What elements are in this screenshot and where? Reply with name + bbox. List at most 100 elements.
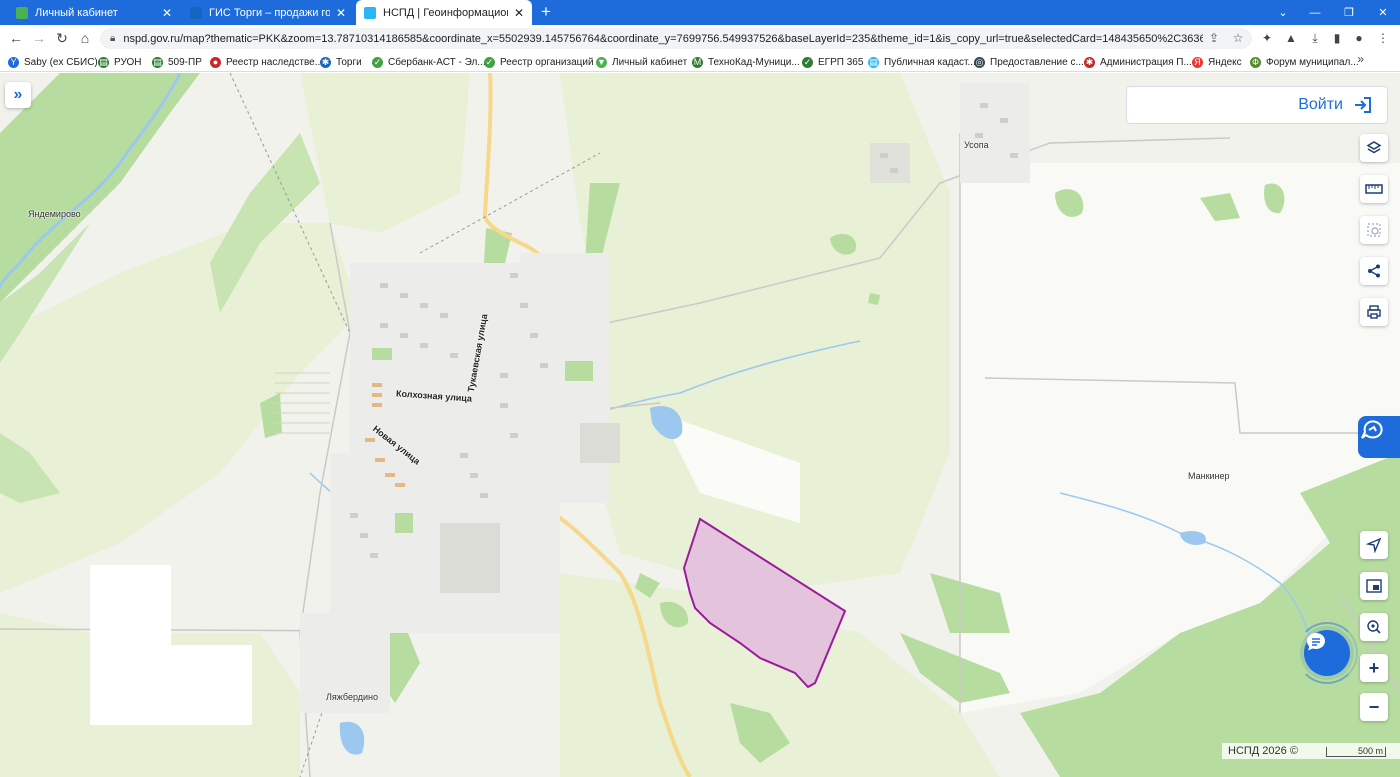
tab-nspd[interactable]: НСПД | Геоинформационный п ✕ [356, 0, 532, 25]
bookmark-torgi[interactable]: ✱ Торги [320, 54, 362, 70]
bookmark-org-registry[interactable]: ✓ Реестр организаций [484, 54, 594, 70]
minimap-button[interactable] [1360, 572, 1388, 600]
download-icon[interactable]: ⤓ [1306, 29, 1324, 47]
printer-icon [1367, 305, 1381, 319]
layers-button[interactable] [1360, 134, 1388, 162]
blank-overlay [170, 645, 252, 725]
yandex-icon: Я [1192, 56, 1203, 68]
bookmark-egrp365[interactable]: ✓ ЕГРП 365 [802, 54, 863, 70]
close-icon[interactable]: ✕ [162, 6, 172, 20]
cadastral-icon: ▤ [868, 56, 879, 68]
place-label-lyazherdino: Ляжбердино [326, 692, 379, 702]
tab-personal-account[interactable]: Личный кабинет ✕ [8, 0, 180, 25]
pond [339, 721, 365, 755]
minus-icon: − [1368, 696, 1380, 717]
print-button[interactable] [1360, 298, 1388, 326]
bookmark-public-cadastral[interactable]: ▤ Публичная кадаст... [868, 54, 976, 70]
assistant-icon [1361, 420, 1383, 439]
notary-icon: ● [210, 56, 221, 68]
plus-icon: + [1368, 657, 1380, 678]
home-icon[interactable]: ⌂ [75, 28, 95, 48]
bookmark-inheritance-registry[interactable]: ● Реестр наследстве... [210, 54, 323, 70]
bookmark-509pr[interactable]: ▤ 509-ПР [152, 54, 202, 70]
coat-of-arms-icon: ✱ [1084, 56, 1095, 68]
zoom-out-button[interactable]: − [1360, 693, 1388, 721]
new-tab-button[interactable]: + [536, 2, 556, 22]
bookmark-label: Форум муниципал... [1266, 56, 1359, 68]
zoom-in-button[interactable]: + [1360, 654, 1388, 682]
bookmark-label: Личный кабинет [612, 56, 688, 68]
extension-pin-icon[interactable]: ▲ [1282, 29, 1300, 47]
bookmark-ruon[interactable]: ▤ РУОН [98, 54, 141, 70]
shield-icon: ▼ [596, 56, 607, 68]
share-icon [1368, 264, 1380, 278]
bookmark-label: ЕГРП 365 [818, 56, 864, 68]
reload-icon[interactable]: ↻ [52, 28, 72, 48]
torgi-icon: ✱ [320, 56, 331, 68]
restore-button[interactable]: ❐ [1332, 0, 1366, 25]
side-panel-icon[interactable]: ▮ [1328, 29, 1346, 47]
tab-search-icon[interactable]: ⌄ [1266, 0, 1300, 25]
area-select-icon [1367, 223, 1381, 237]
ruon-icon: ▤ [98, 56, 109, 68]
share-button[interactable] [1360, 257, 1388, 285]
bookmark-municipal-forum[interactable]: Ф Форум муниципал... [1250, 54, 1359, 70]
forward-arrow-icon[interactable]: → [29, 28, 49, 48]
close-icon[interactable]: ✕ [514, 6, 524, 20]
bookmark-provision[interactable]: ◎ Предоставление с... [974, 54, 1084, 70]
saby-icon: Y [8, 56, 19, 68]
minimap-icon [1366, 579, 1382, 593]
doc-icon: ▤ [152, 56, 163, 68]
place-label-usopa: Усопа [964, 140, 989, 150]
bookmark-label: Яндекс [1208, 56, 1242, 68]
close-icon[interactable]: ✕ [336, 6, 346, 20]
nspd-icon [364, 6, 376, 19]
map-canvas[interactable]: Яндемирово Усопа Манкинер Ляжбердино Кол… [0, 73, 1400, 777]
tab-title: Личный кабинет [35, 6, 118, 19]
share-page-icon[interactable]: ⇪ [1206, 29, 1222, 47]
bookmark-star-icon[interactable]: ☆ [1230, 29, 1246, 47]
tab-gis-torgi[interactable]: ГИС Торги – продажи государс ✕ [182, 0, 354, 25]
bookmark-administration[interactable]: ✱ Администрация П... [1084, 54, 1192, 70]
bookmark-label: Публичная кадаст... [884, 56, 976, 68]
area-select-button[interactable] [1360, 216, 1388, 244]
bookmark-label: Реестр наследстве... [226, 56, 324, 68]
search-location-button[interactable] [1360, 613, 1388, 641]
blank-overlay [90, 565, 171, 725]
layers-icon [1366, 141, 1382, 154]
bookmark-label: Реестр организаций [500, 56, 594, 68]
forest-area [484, 228, 512, 263]
bookmark-technokad[interactable]: M ТехноКад-Муници... [692, 54, 800, 70]
forum-icon: Ф [1250, 56, 1261, 68]
bookmark-label: Сбербанк-АСТ - Эл... [388, 56, 486, 68]
locate-me-button[interactable] [1360, 531, 1388, 559]
lock-icon: 🔒︎ [110, 33, 116, 44]
profile-avatar-icon[interactable]: ● [1350, 29, 1368, 47]
menu-kebab-icon[interactable]: ⋮ [1374, 29, 1392, 47]
address-bar[interactable]: 🔒︎ nspd.gov.ru/map?thematic=PKK&zoom=13.… [100, 28, 1252, 49]
bookmark-personal-account[interactable]: ▼ Личный кабинет [596, 54, 687, 70]
bookmark-label: Администрация П... [1100, 56, 1192, 68]
login-arrow-icon [1355, 97, 1371, 113]
login-button[interactable]: Войти [1126, 86, 1388, 124]
chat-button[interactable] [1304, 630, 1350, 676]
shield-icon [16, 6, 28, 19]
ruler-button[interactable] [1360, 175, 1388, 203]
url-text[interactable]: nspd.gov.ru/map?thematic=PKK&zoom=13.787… [123, 33, 1203, 45]
browser-toolbar: ← → ↻ ⌂ 🔒︎ nspd.gov.ru/map?thematic=PKK&… [0, 25, 1400, 51]
close-window-button[interactable]: ✕ [1366, 0, 1400, 25]
assistant-button[interactable] [1358, 416, 1400, 458]
tab-title: НСПД | Геоинформационный п [383, 6, 508, 19]
extensions-icon[interactable]: ✦ [1258, 29, 1276, 47]
login-label: Войти [1298, 96, 1343, 113]
place-label-yandemirovo: Яндемирово [28, 209, 81, 219]
bookmark-label: Торги [336, 56, 362, 68]
bookmarks-overflow-icon[interactable]: » [1357, 52, 1364, 66]
bookmark-saby[interactable]: Y Saby (ex СБИС) [8, 54, 98, 70]
expand-panel-button[interactable]: » [5, 82, 31, 108]
back-arrow-icon[interactable]: ← [6, 28, 26, 48]
bookmark-sberbank-ast[interactable]: ✓ Сбербанк-АСТ - Эл... [372, 54, 486, 70]
minimize-button[interactable]: — [1298, 0, 1332, 25]
bookmark-yandex[interactable]: Я Яндекс [1192, 54, 1242, 70]
ruler-icon [1365, 184, 1383, 194]
